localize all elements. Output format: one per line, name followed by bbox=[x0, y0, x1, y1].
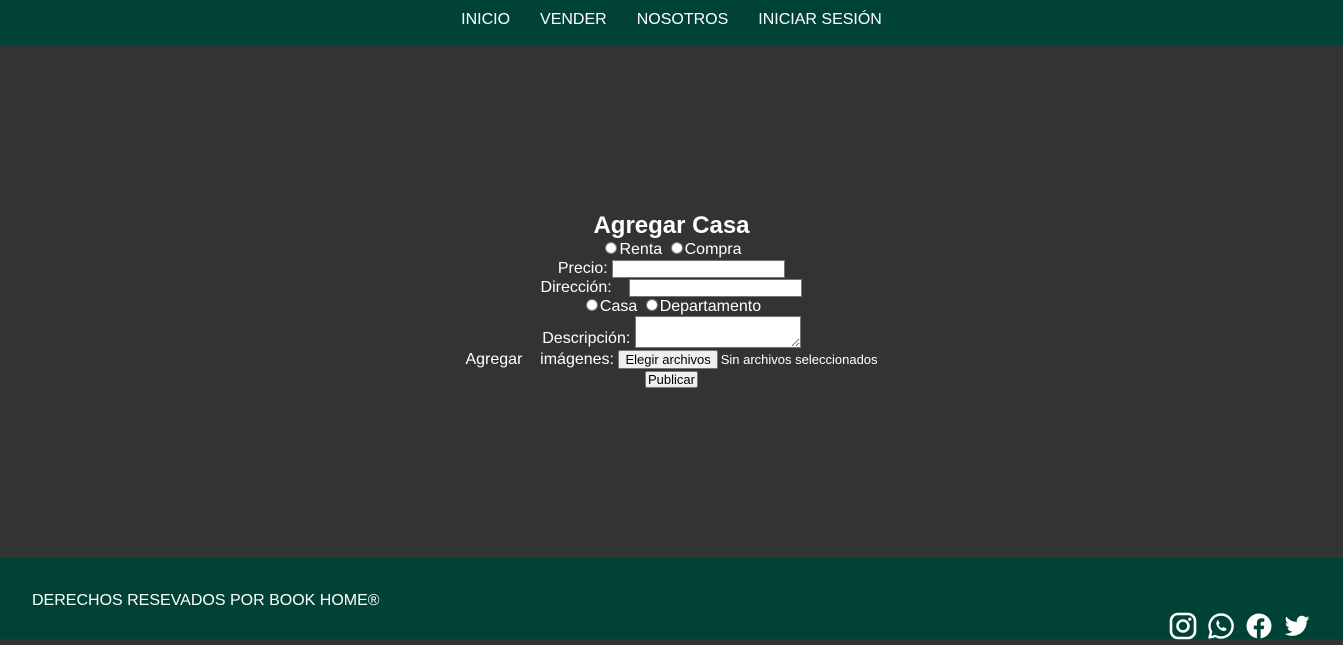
nav-link-nosotros[interactable]: NOSOTROS bbox=[637, 11, 729, 34]
property-type-row: Casa Departamento bbox=[0, 297, 1343, 316]
main-content: Agregar Casa Renta Compra Precio: Direcc… bbox=[0, 45, 1343, 558]
nav-link-iniciar-sesion[interactable]: INICIAR SESIÓN bbox=[758, 11, 882, 34]
add-house-form: Agregar Casa Renta Compra Precio: Direcc… bbox=[0, 212, 1343, 389]
copyright-text: DERECHOS RESEVADOS POR BOOK HOME® bbox=[32, 592, 380, 609]
images-label-agregar: Agregar bbox=[465, 351, 523, 368]
top-navigation: INICIO VENDER NOSOTROS INICIAR SESIÓN bbox=[0, 0, 1343, 45]
instagram-icon[interactable] bbox=[1169, 612, 1197, 640]
description-label: Descripción: bbox=[542, 330, 631, 347]
address-label: Dirección: bbox=[540, 279, 612, 296]
images-row: Agregar imágenes: Elegir archivos Sin arc… bbox=[0, 350, 1343, 369]
images-label-imagenes: imágenes: bbox=[540, 351, 614, 368]
nav-link-inicio[interactable]: INICIO bbox=[461, 11, 510, 34]
choose-files-button[interactable]: Elegir archivos bbox=[618, 350, 718, 369]
file-status-text: Sin archivos seleccionados bbox=[720, 352, 878, 367]
footer: DERECHOS RESEVADOS POR BOOK HOME® bbox=[0, 558, 1343, 640]
price-input[interactable] bbox=[612, 260, 786, 278]
radio-compra[interactable] bbox=[670, 242, 683, 254]
social-links bbox=[1169, 612, 1311, 640]
description-textarea[interactable] bbox=[634, 316, 801, 348]
radio-departamento[interactable] bbox=[645, 299, 658, 311]
radio-casa-label: Casa bbox=[599, 298, 638, 315]
radio-compra-label: Compra bbox=[684, 241, 742, 258]
submit-row: Publicar bbox=[0, 370, 1343, 389]
radio-casa[interactable] bbox=[585, 299, 598, 311]
address-input[interactable] bbox=[629, 279, 803, 297]
publish-button[interactable]: Publicar bbox=[645, 371, 698, 388]
operation-type-row: Renta Compra bbox=[0, 240, 1343, 259]
address-row: Dirección: bbox=[0, 278, 1343, 297]
nav-link-vender[interactable]: VENDER bbox=[540, 11, 607, 34]
twitter-icon[interactable] bbox=[1283, 612, 1311, 640]
form-title: Agregar Casa bbox=[593, 212, 750, 239]
radio-renta-label: Renta bbox=[619, 241, 663, 258]
whatsapp-icon[interactable] bbox=[1207, 612, 1235, 640]
radio-departamento-label: Departamento bbox=[659, 298, 762, 315]
facebook-icon[interactable] bbox=[1245, 612, 1273, 640]
radio-renta[interactable] bbox=[605, 242, 618, 254]
price-label: Precio: bbox=[557, 260, 608, 277]
price-row: Precio: bbox=[0, 259, 1343, 278]
description-row: Descripción: bbox=[0, 316, 1343, 348]
